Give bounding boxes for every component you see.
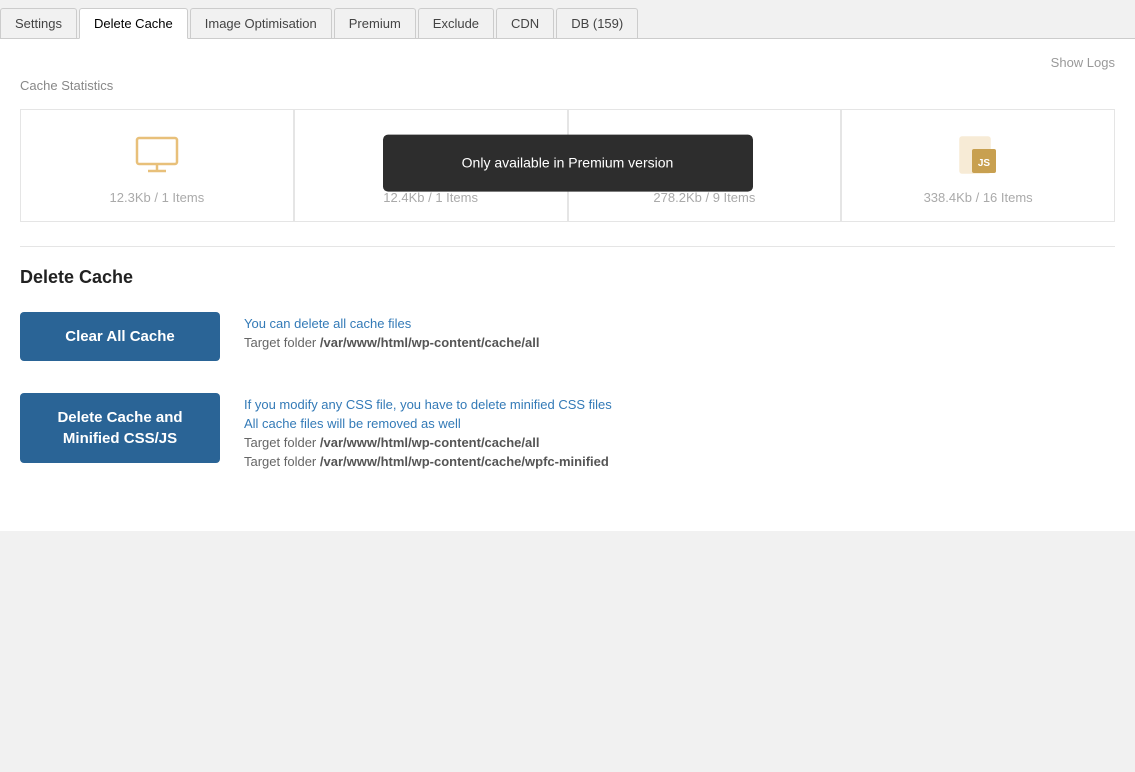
tab-cdn[interactable]: CDN [496, 8, 554, 38]
stat-card-css: CSS 278.2Kb / 9 Items [568, 109, 842, 222]
clear-cache-info-line-1: You can delete all cache files [244, 316, 539, 331]
tab-premium[interactable]: Premium [334, 8, 416, 38]
tab-image-optimisation[interactable]: Image Optimisation [190, 8, 332, 38]
clear-all-cache-button[interactable]: Clear All Cache [20, 312, 220, 361]
stat-card-js: JS 338.4Kb / 16 Items [841, 109, 1115, 222]
cache-statistics-title: Cache Statistics [20, 78, 1115, 93]
delete-minified-cache-info: If you modify any CSS file, you have to … [244, 393, 612, 469]
tab-db[interactable]: DB (159) [556, 8, 638, 38]
tablet-icon [415, 130, 447, 180]
main-container: Settings Delete Cache Image Optimisation… [0, 0, 1135, 772]
minified-info-line-4: Target folder /var/www/html/wp-content/c… [244, 454, 612, 469]
minified-info-line-3: Target folder /var/www/html/wp-content/c… [244, 435, 612, 450]
stat-value-tablet: 12.4Kb / 1 Items [383, 190, 478, 205]
minified-info-line-2: All cache files will be removed as well [244, 416, 612, 431]
tabs-bar: Settings Delete Cache Image Optimisation… [0, 0, 1135, 39]
tab-delete-cache[interactable]: Delete Cache [79, 8, 188, 39]
tab-settings[interactable]: Settings [0, 8, 77, 38]
stat-value-js: 338.4Kb / 16 Items [924, 190, 1033, 205]
clear-cache-info-line-2: Target folder /var/www/html/wp-content/c… [244, 335, 539, 350]
minified-path-2: /var/www/html/wp-content/cache/wpfc-mini… [320, 454, 609, 469]
clear-all-cache-row: Clear All Cache You can delete all cache… [20, 312, 1115, 361]
stat-card-tablet: 12.4Kb / 1 Items [294, 109, 568, 222]
svg-text:CSS: CSS [700, 158, 721, 169]
section-title: Delete Cache [20, 267, 1115, 288]
minified-info-line-1: If you modify any CSS file, you have to … [244, 397, 612, 412]
css-icon: CSS [682, 130, 726, 180]
main-content: Show Logs Cache Statistics 12.3Kb / 1 It… [0, 39, 1135, 531]
stat-card-monitor: 12.3Kb / 1 Items [20, 109, 294, 222]
show-logs-link[interactable]: Show Logs [20, 55, 1115, 70]
monitor-icon [135, 130, 179, 180]
clear-cache-path: /var/www/html/wp-content/cache/all [320, 335, 540, 350]
clear-cache-path-prefix: Target folder [244, 335, 320, 350]
minified-path-1: /var/www/html/wp-content/cache/all [320, 435, 540, 450]
delete-minified-cache-row: Delete Cache and Minified CSS/JS If you … [20, 393, 1115, 469]
stat-value-css: 278.2Kb / 9 Items [653, 190, 755, 205]
section-divider [20, 246, 1115, 247]
minified-path-prefix-1: Target folder [244, 435, 320, 450]
stats-grid: 12.3Kb / 1 Items 12.4Kb / 1 Items [20, 109, 1115, 222]
delete-cache-section: Delete Cache Clear All Cache You can del… [20, 267, 1115, 469]
tab-exclude[interactable]: Exclude [418, 8, 494, 38]
svg-text:JS: JS [978, 158, 991, 169]
delete-minified-cache-button[interactable]: Delete Cache and Minified CSS/JS [20, 393, 220, 463]
js-icon: JS [956, 130, 1000, 180]
clear-all-cache-info: You can delete all cache files Target fo… [244, 312, 539, 350]
stat-value-monitor: 12.3Kb / 1 Items [110, 190, 205, 205]
minified-path-prefix-2: Target folder [244, 454, 320, 469]
